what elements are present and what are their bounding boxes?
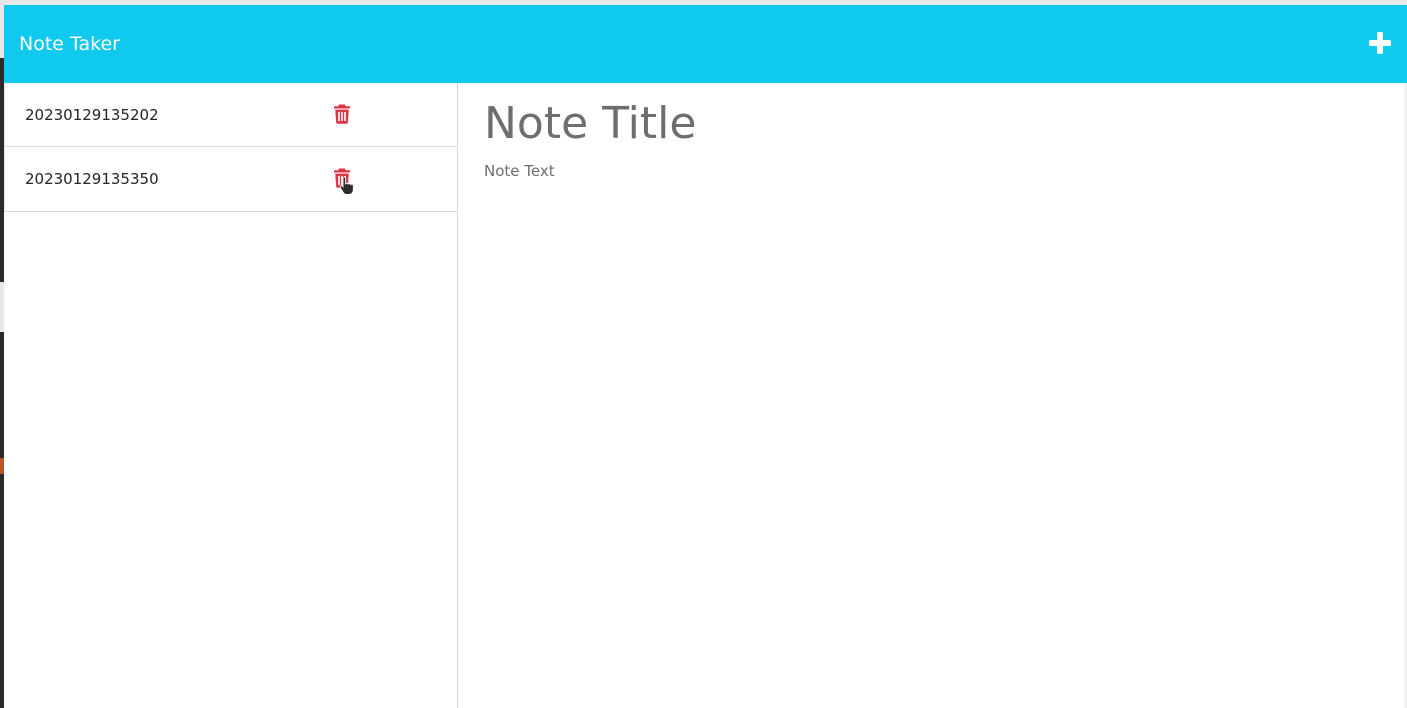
plus-icon	[1369, 32, 1391, 54]
note-list-item[interactable]: 20230129135202	[4, 83, 457, 147]
note-list: 20230129135202 20230129135350	[4, 83, 457, 212]
note-editor	[458, 83, 1403, 708]
app-title[interactable]: Note Taker	[19, 31, 120, 57]
navbar: Note Taker	[4, 5, 1407, 83]
note-list-item-title[interactable]: 20230129135350	[25, 168, 159, 190]
note-text-input[interactable]	[484, 162, 1364, 682]
note-list-item[interactable]: 20230129135350	[4, 147, 457, 212]
window-shadow-right	[1403, 83, 1407, 708]
delete-note-button[interactable]	[333, 104, 351, 124]
note-title-input[interactable]	[484, 95, 1364, 151]
trash-icon	[334, 104, 350, 124]
app-window: Note Taker 20230129135202 20230129135350…	[0, 0, 1407, 708]
hand-cursor-icon	[339, 176, 355, 195]
new-note-button[interactable]	[1369, 32, 1391, 54]
note-list-item-title[interactable]: 20230129135202	[25, 104, 159, 126]
note-list-panel: 20230129135202 20230129135350	[4, 83, 458, 708]
